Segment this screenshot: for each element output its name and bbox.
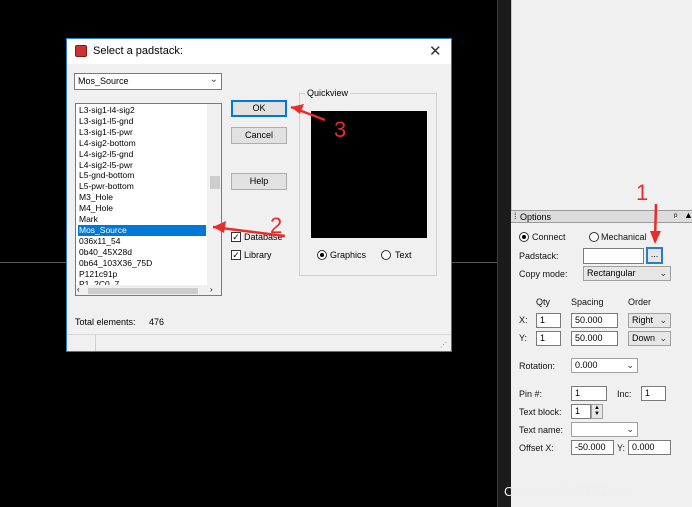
arrowhead-icon: [213, 221, 226, 233]
annotation-overlay: [212, 104, 661, 244]
watermark: CSDN @小宋打工日记: [504, 484, 636, 499]
arrowhead-icon: [650, 231, 661, 244]
annotation-number-1: 1: [636, 180, 649, 205]
annotation-number-2: 2: [270, 213, 283, 238]
annotation-number-3: 3: [334, 117, 347, 142]
